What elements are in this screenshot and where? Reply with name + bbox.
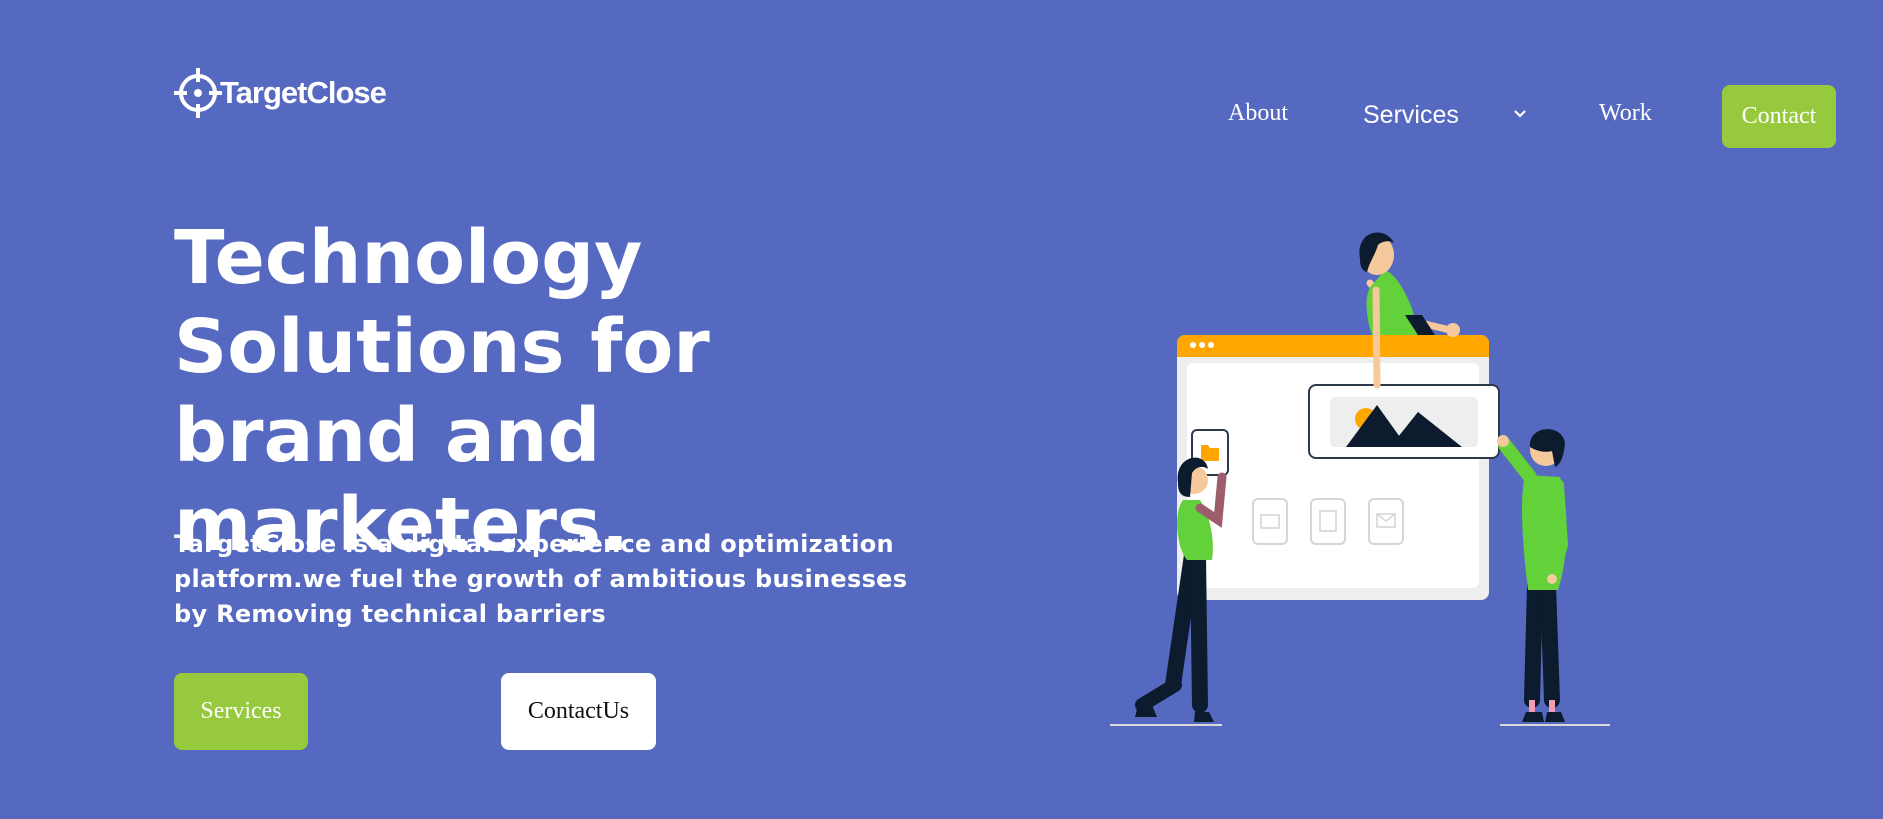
logo[interactable]: TargetClose [174, 66, 387, 120]
services-button[interactable]: Services [174, 673, 308, 750]
crosshair-target-icon [174, 68, 222, 118]
hero-illustration [1110, 232, 1610, 726]
image-card-graphic [1308, 384, 1500, 459]
person-right-graphic [1497, 429, 1569, 722]
hero-description: TargetClose is a digital experience and … [174, 530, 908, 628]
nav-work[interactable]: Work [1599, 100, 1652, 127]
nav-contact-button[interactable]: Contact [1722, 85, 1836, 148]
nav-services[interactable]: Services [1363, 101, 1459, 130]
chevron-down-icon[interactable] [1512, 108, 1528, 120]
nav-about[interactable]: About [1228, 100, 1288, 127]
contact-us-button[interactable]: ContactUs [501, 673, 656, 750]
hero-headline: Technology Solutions for brand and marke… [174, 215, 710, 568]
logo-text: TargetClose [220, 75, 387, 110]
